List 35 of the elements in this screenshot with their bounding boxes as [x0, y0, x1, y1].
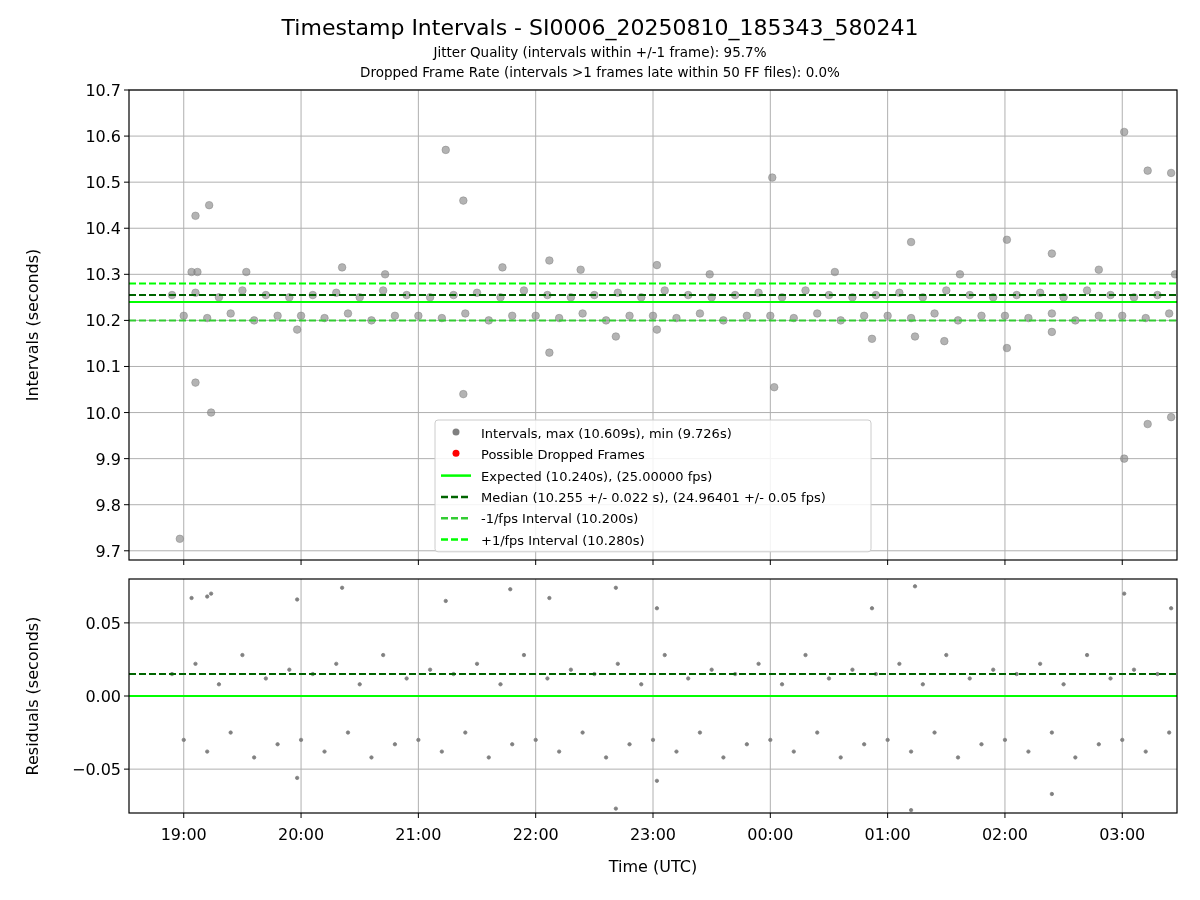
x-tick-label: 23:00: [629, 825, 677, 844]
y-tick-label: 10.1: [85, 357, 121, 377]
figure-subtitle: Dropped Frame Rate (intervals >1 frames late within 50 FF files): 0.0%: [360, 63, 840, 82]
x-tick-label: 22:00: [512, 825, 559, 844]
y-tick-label: 10.0: [85, 403, 121, 423]
y-tick-label: 10.5: [85, 173, 121, 193]
y-tick-label: 10.7: [85, 81, 121, 100]
x-axis-label: Time (UTC): [608, 857, 698, 876]
x-tick-label: 19:00: [160, 825, 207, 844]
y-axis-label: Residuals (seconds): [23, 616, 42, 776]
legend-label: Intervals, max (10.609s), min (9.726s): [481, 426, 732, 441]
x-tick-label: 20:00: [278, 825, 325, 844]
y-tick-label: 0.00: [85, 687, 121, 706]
y-tick-label: 9.9: [95, 449, 121, 469]
y-tick-label: 9.8: [95, 495, 121, 515]
y-tick-label: 10.4: [85, 219, 121, 239]
x-tick-label: 03:00: [1099, 825, 1146, 844]
legend-label: Expected (10.240s), (25.00000 fps): [481, 468, 713, 484]
legend-label: +1/fps Interval (10.280s): [481, 532, 645, 548]
y-tick-label: 10.2: [85, 311, 121, 331]
y-tick-label: 10.6: [85, 127, 121, 147]
y-tick-label: 0.05: [85, 613, 121, 633]
y-axis-label: Intervals (seconds): [23, 248, 42, 402]
legend-label: Median (10.255 +/- 0.022 s), (24.96401 +/- 0.05 fps): [481, 489, 826, 505]
x-tick-label: 00:00: [747, 825, 794, 844]
figure-title: Timestamp Intervals - SI0006_20250810_185343_580241: [281, 14, 919, 42]
x-tick-label: 21:00: [395, 825, 442, 844]
y-tick-label: 9.7: [95, 541, 121, 561]
legend-label: Possible Dropped Frames: [481, 447, 645, 463]
y-tick-label: −0.05: [71, 760, 121, 780]
x-tick-label: 02:00: [981, 825, 1028, 844]
y-tick-label: 10.3: [85, 265, 121, 285]
x-tick-label: 01:00: [864, 825, 911, 844]
figure-subtitle: Jitter Quality (intervals within +/-1 frame): 95.7%: [433, 43, 767, 62]
legend-label: -1/fps Interval (10.200s): [481, 511, 639, 527]
